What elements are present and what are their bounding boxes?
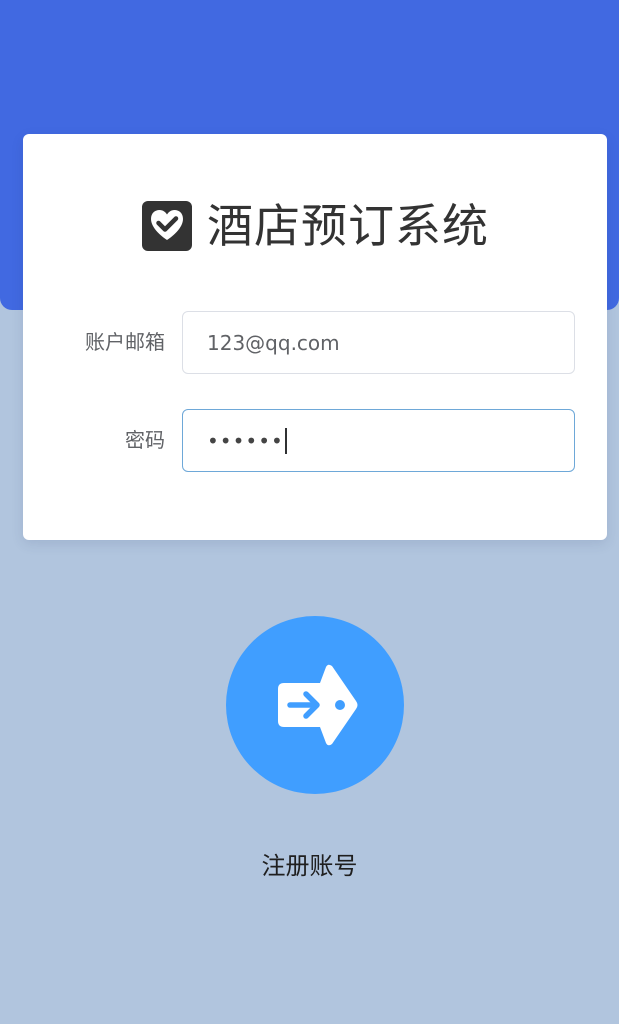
arrow-tag-login-icon xyxy=(278,664,358,746)
password-field[interactable]: •••••• xyxy=(182,409,575,472)
text-caret xyxy=(284,427,287,454)
login-card: 酒店预订系统 账户邮箱 密码 •••••• xyxy=(23,134,607,540)
password-row: 密码 •••••• xyxy=(23,408,607,472)
register-link[interactable]: 注册账号 xyxy=(0,850,619,882)
brand-header: 酒店预订系统 xyxy=(23,194,607,258)
heart-check-icon xyxy=(142,201,192,251)
page-title: 酒店预订系统 xyxy=(207,199,489,253)
password-masked-value: •••••• xyxy=(207,428,284,453)
password-label: 密码 xyxy=(125,428,165,452)
email-field[interactable] xyxy=(182,311,575,374)
email-row: 账户邮箱 xyxy=(23,310,607,374)
login-button[interactable] xyxy=(226,616,404,794)
email-label: 账户邮箱 xyxy=(85,330,165,354)
